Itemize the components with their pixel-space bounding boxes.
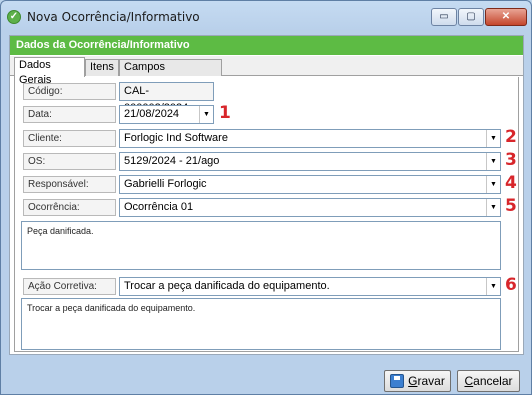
ocorrencia-label: Ocorrência: — [23, 199, 116, 216]
cancel-button-mnemonic: C — [464, 374, 474, 388]
ocorrencia-value: Ocorrência 01 — [124, 201, 194, 213]
tab-strip: Dados Gerais Itens Campos Adicionais — [10, 56, 523, 88]
descricao-memo[interactable]: Peça danificada. — [21, 221, 501, 270]
os-value: 5129/2024 - 21/ago — [124, 155, 220, 167]
os-label: OS: — [23, 153, 116, 170]
ocorrencia-select[interactable]: Ocorrência 01 ▼ — [119, 198, 501, 217]
tab-itens[interactable]: Itens — [85, 59, 119, 76]
marker-3: 3 — [505, 150, 517, 170]
marker-6: 6 — [505, 275, 517, 295]
acao-corretiva-value: Trocar a peça danificada do equipamento. — [124, 280, 330, 292]
maximize-button[interactable]: ▢ — [458, 8, 484, 26]
close-button[interactable]: ✕ — [485, 8, 527, 26]
marker-4: 4 — [505, 173, 517, 193]
dialog-body: Dados da Ocorrência/Informativo Dados Ge… — [9, 35, 524, 355]
cancel-button[interactable]: Cancelar — [457, 370, 520, 392]
responsavel-select[interactable]: Gabrielli Forlogic ▼ — [119, 175, 501, 194]
dialog-window: ✓ Nova Ocorrência/Informativo ▭ ▢ ✕ Dado… — [0, 0, 532, 395]
cliente-label: Cliente: — [23, 130, 116, 147]
responsavel-label: Responsável: — [23, 176, 116, 193]
save-button-label: ravar — [417, 374, 445, 388]
marker-5: 5 — [505, 196, 517, 216]
check-circle-icon: ✓ — [7, 10, 21, 24]
save-button[interactable]: Gravar — [384, 370, 451, 392]
title-bar[interactable]: ✓ Nova Ocorrência/Informativo ▭ ▢ ✕ — [1, 1, 531, 31]
chevron-down-icon[interactable]: ▼ — [486, 199, 500, 216]
minimize-button[interactable]: ▭ — [431, 8, 457, 26]
acao-corretiva-label: Ação Corretiva: — [23, 278, 116, 295]
tab-dados-gerais[interactable]: Dados Gerais — [14, 57, 85, 86]
chevron-down-icon[interactable]: ▼ — [486, 278, 500, 295]
chevron-down-icon[interactable]: ▼ — [199, 106, 213, 123]
save-icon — [390, 374, 405, 388]
cliente-select[interactable]: Forlogic Ind Software ▼ — [119, 129, 501, 148]
codigo-field: CAL-000002/2024 — [119, 82, 214, 114]
data-label: Data: — [23, 106, 116, 123]
marker-1: 1 — [219, 103, 231, 123]
cancel-button-label: ancelar — [473, 374, 513, 388]
window-title: Nova Ocorrência/Informativo — [27, 10, 200, 24]
responsavel-value: Gabrielli Forlogic — [124, 178, 207, 190]
chevron-down-icon[interactable]: ▼ — [486, 130, 500, 147]
tab-panel-dados-gerais: Código: CAL-000002/2024 Data: 21/08/2024… — [14, 77, 519, 352]
cliente-value: Forlogic Ind Software — [124, 132, 228, 144]
chevron-down-icon[interactable]: ▼ — [486, 153, 500, 170]
os-select[interactable]: 5129/2024 - 21/ago ▼ — [119, 152, 501, 171]
section-header: Dados da Ocorrência/Informativo — [10, 36, 523, 55]
data-value: 21/08/2024 — [124, 108, 180, 120]
chevron-down-icon[interactable]: ▼ — [486, 176, 500, 193]
data-field[interactable]: 21/08/2024 ▼ — [119, 105, 214, 124]
marker-2: 2 — [505, 127, 517, 147]
save-button-mnemonic: G — [408, 374, 418, 388]
tab-campos-adicionais[interactable]: Campos Adicionais — [119, 59, 222, 88]
acao-corretiva-select[interactable]: Trocar a peça danificada do equipamento.… — [119, 277, 501, 296]
acao-descricao-memo[interactable]: Trocar a peça danificada do equipamento. — [21, 298, 501, 350]
